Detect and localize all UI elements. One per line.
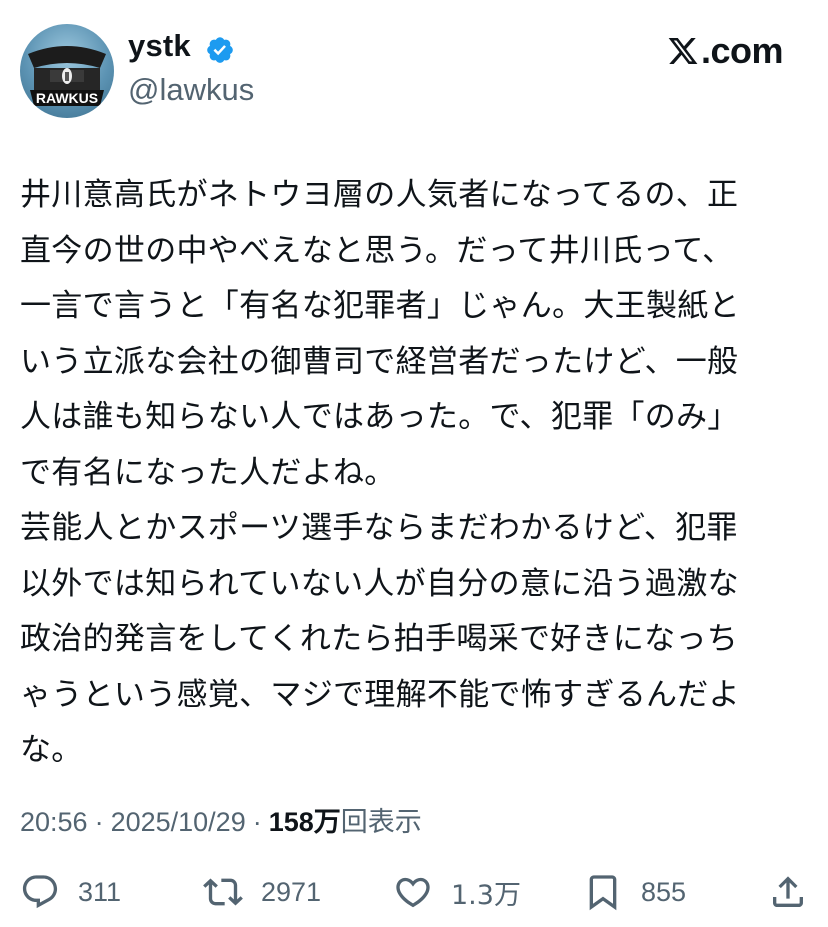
handle[interactable]: @lawkus [128, 72, 254, 108]
tweet-time[interactable]: 20:56 [20, 807, 88, 838]
views-count: 158万 [268, 807, 341, 837]
reply-icon [22, 875, 58, 909]
bookmark-icon [589, 875, 617, 911]
like-count: 1.3万 [451, 879, 521, 911]
like-icon [396, 877, 430, 908]
repost-count: 2971 [261, 876, 322, 907]
share-icon [773, 876, 803, 907]
bookmark-count: 855 [641, 876, 687, 907]
reply-button[interactable]: 311 [20, 868, 121, 916]
bookmark-button[interactable]: 855 [583, 868, 686, 916]
meta-separator: · [252, 807, 262, 837]
repost-button[interactable]: 2971 [203, 868, 321, 916]
like-button[interactable]: 1.3万 [393, 868, 521, 916]
repost-icon [203, 878, 243, 906]
meta-separator: · [94, 807, 104, 837]
svg-text:RAWKUS: RAWKUS [36, 90, 98, 106]
brand-text: .com [700, 30, 784, 71]
x-logo-icon [668, 38, 698, 64]
brand-logo: .com [667, 30, 784, 72]
action-bar: 311 2971 1.3万 855 [0, 868, 828, 916]
verified-badge-icon [207, 37, 233, 63]
tweet-date[interactable]: 2025/10/29 [111, 807, 246, 838]
views-label: 回表示 [340, 807, 422, 838]
reply-count: 311 [78, 876, 122, 907]
avatar[interactable]: RAWKUS [20, 24, 114, 118]
tweet-text: 井川意高氏がネトウヨ層の人気者になってるの、正 直今の世の中やべえなと思う。だっ… [20, 177, 740, 768]
tweet-meta: 20:56 · 2025/10/29 · 158万 回表示 [20, 800, 422, 839]
share-button[interactable] [768, 868, 808, 916]
display-name[interactable]: ystk [128, 28, 191, 64]
avatar-logo: RAWKUS [28, 46, 106, 106]
